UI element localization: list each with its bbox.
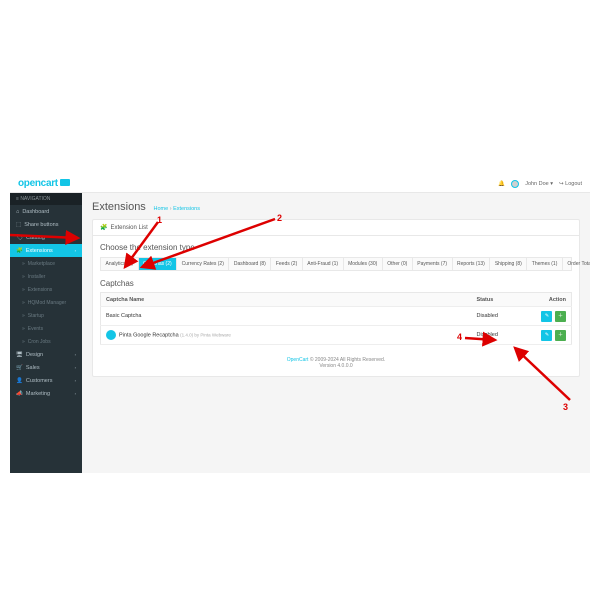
tab-other[interactable]: Other (0)	[383, 258, 413, 270]
footer: OpenCart © 2009-2024 All Rights Reserved…	[100, 357, 572, 369]
sidebar-sub-extensions[interactable]: » Extensions	[10, 283, 82, 296]
tab-shipping[interactable]: Shipping (8)	[490, 258, 527, 270]
col-status: Status	[472, 293, 532, 307]
logo: opencart	[18, 178, 70, 189]
bell-icon[interactable]: 🔔	[498, 181, 505, 187]
sidebar-item-share[interactable]: ⬚ Share buttons	[10, 218, 82, 231]
table-row: Pinta Google Recaptcha (1.4.0) by Pinta …	[101, 326, 572, 345]
tab-reports[interactable]: Reports (13)	[453, 258, 491, 270]
breadcrumb-current[interactable]: Extensions	[173, 206, 200, 212]
topbar: opencart 🔔 John Doe ▾ ↪ Logout	[10, 175, 590, 193]
sidebar-header: ≡ NAVIGATION	[10, 193, 82, 205]
content: Extensions Home › Extensions 🧩 Extension…	[82, 193, 590, 473]
breadcrumb-home[interactable]: Home	[153, 206, 168, 212]
sidebar-sub-cron[interactable]: » Cron Jobs	[10, 335, 82, 348]
tab-dashboard[interactable]: Dashboard (8)	[229, 258, 271, 270]
annotation-2: 2	[277, 213, 282, 223]
tab-currency[interactable]: Currency Rates (2)	[177, 258, 229, 270]
tab-captchas[interactable]: Captchas (2)	[139, 258, 178, 270]
sidebar-item-sales[interactable]: 🛒 Sales›	[10, 361, 82, 374]
sidebar-item-extensions[interactable]: 🧩 Extensions›	[10, 244, 82, 257]
sidebar-sub-events[interactable]: » Events	[10, 322, 82, 335]
install-button[interactable]: ＋	[555, 330, 566, 341]
sidebar: ≡ NAVIGATION ⌂ Dashboard ⬚ Share buttons…	[10, 193, 82, 473]
sidebar-item-dashboard[interactable]: ⌂ Dashboard	[10, 205, 82, 218]
tab-antifraud[interactable]: Anti-Fraud (1)	[303, 258, 344, 270]
table-heading: Captchas	[100, 279, 572, 288]
install-button[interactable]: ＋	[555, 311, 566, 322]
tab-themes[interactable]: Themes (1)	[527, 258, 563, 270]
user-menu[interactable]: John Doe ▾	[525, 181, 553, 187]
extension-icon	[106, 330, 116, 340]
table-row: Basic Captcha Disabled ✎ ＋	[101, 307, 572, 326]
sidebar-sub-marketplace[interactable]: » Marketplace	[10, 257, 82, 270]
tab-modules[interactable]: Modules (30)	[344, 258, 383, 270]
edit-button[interactable]: ✎	[541, 311, 552, 322]
annotation-4: 4	[457, 332, 462, 342]
annotation-1: 1	[157, 215, 162, 225]
annotation-3: 3	[563, 402, 568, 412]
sidebar-item-customers[interactable]: 👤 Customers›	[10, 374, 82, 387]
edit-button[interactable]: ✎	[541, 330, 552, 341]
tab-payments[interactable]: Payments (7)	[413, 258, 453, 270]
col-action: Action	[532, 293, 572, 307]
footer-link[interactable]: OpenCart	[287, 357, 309, 363]
sidebar-item-design[interactable]: 🖥 Design›	[10, 348, 82, 361]
sidebar-sub-startup[interactable]: » Startup	[10, 309, 82, 322]
tab-feeds[interactable]: Feeds (2)	[271, 258, 302, 270]
col-name: Captcha Name	[101, 293, 472, 307]
panel-header: 🧩 Extension List	[93, 220, 579, 236]
logout-link[interactable]: ↪ Logout	[559, 181, 582, 187]
sidebar-sub-installer[interactable]: » Installer	[10, 270, 82, 283]
sidebar-sub-hqmod[interactable]: » HQMod Manager	[10, 296, 82, 309]
choose-type-title: Choose the extension type	[100, 243, 572, 252]
page-title: Extensions	[92, 201, 146, 213]
tab-ordertotals[interactable]: Order Totals (10)	[563, 258, 590, 270]
captcha-table: Captcha Name Status Action Basic Captcha…	[100, 292, 572, 345]
sidebar-item-catalog[interactable]: 🏷 Catalog›	[10, 231, 82, 244]
breadcrumb: Home › Extensions	[153, 206, 199, 212]
avatar[interactable]	[511, 180, 519, 188]
sidebar-item-marketing[interactable]: 📣 Marketing›	[10, 387, 82, 400]
extension-type-tabs: Analytics (1) Captchas (2) Currency Rate…	[100, 257, 572, 271]
tab-analytics[interactable]: Analytics (1)	[101, 258, 139, 270]
